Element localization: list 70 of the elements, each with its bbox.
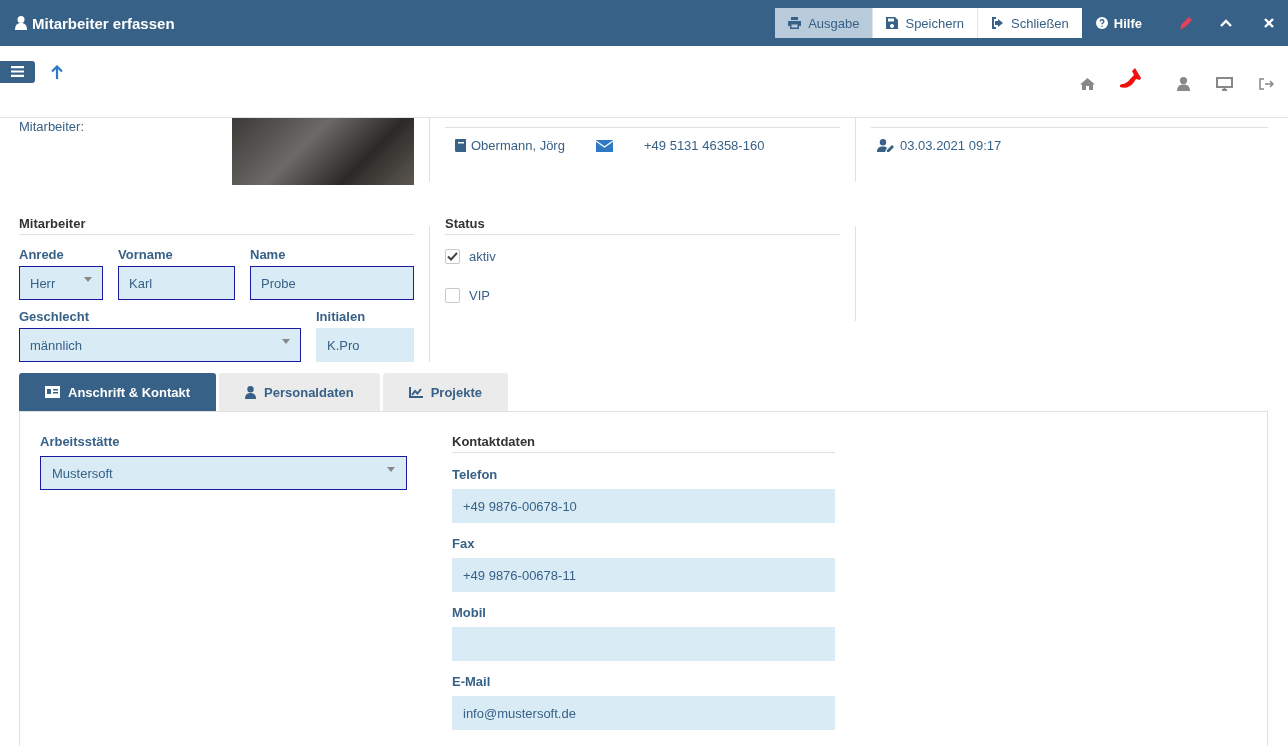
caret-down-icon xyxy=(282,339,290,344)
id-card-icon xyxy=(45,386,60,398)
modified-date: 03.03.2021 09:17 xyxy=(900,138,1002,153)
scroll-up-button[interactable] xyxy=(51,64,63,79)
field-label: E-Mail xyxy=(452,674,492,689)
caption-text: Mitarbeiter: xyxy=(19,119,86,134)
pencil-icon xyxy=(1180,17,1192,29)
book-icon xyxy=(455,139,466,152)
print-button[interactable]: Ausgabe xyxy=(775,8,874,38)
exit-icon xyxy=(991,17,1004,29)
menu-button[interactable] xyxy=(0,60,35,83)
caret-down-icon xyxy=(387,467,395,472)
person-icon xyxy=(245,385,257,399)
input-field[interactable]: +49 9876-00678-11 xyxy=(452,558,835,592)
select-field[interactable]: Herr xyxy=(19,266,103,300)
tab[interactable]: Personaldaten xyxy=(219,373,380,411)
user-icon xyxy=(15,16,27,30)
select-field[interactable]: Mustersoft xyxy=(40,456,407,490)
monitor-button[interactable] xyxy=(1216,76,1233,91)
tab[interactable]: Projekte xyxy=(382,373,508,411)
contact-phone: +49 5131 46358-160 xyxy=(644,138,765,153)
checkbox-label: VIP xyxy=(469,288,490,303)
field-label: Anrede xyxy=(19,247,65,262)
chevron-up-icon xyxy=(1220,19,1232,27)
section-title: Kontaktdaten xyxy=(452,434,536,449)
exit-icon xyxy=(1259,77,1274,90)
input-field[interactable]: info@mustersoft.de xyxy=(452,696,835,730)
menu-icon xyxy=(11,66,24,77)
field-label: Telefon xyxy=(452,467,499,482)
checkbox[interactable] xyxy=(445,249,460,264)
field-label: Vorname xyxy=(118,247,174,262)
arrow-up-icon xyxy=(51,64,63,79)
home-icon xyxy=(1080,77,1095,90)
contact-name[interactable]: Obermann, Jörg xyxy=(471,138,565,153)
select-field[interactable]: männlich xyxy=(19,328,301,362)
collapse-button[interactable] xyxy=(1220,19,1232,27)
person-icon xyxy=(1177,76,1190,91)
help-button[interactable]: Hilfe xyxy=(1085,15,1152,31)
input-field[interactable] xyxy=(452,627,835,661)
field-label: Mobil xyxy=(452,605,487,620)
tab[interactable]: Anschrift & Kontakt xyxy=(19,373,217,411)
printer-icon xyxy=(788,17,802,29)
input-field[interactable]: K.Pro xyxy=(316,328,414,362)
user-edit-icon xyxy=(877,139,895,152)
close-icon xyxy=(1264,18,1274,28)
logout-button[interactable] xyxy=(1259,77,1274,90)
field-label: Arbeitsstätte xyxy=(40,434,121,449)
checkbox-label: aktiv xyxy=(469,249,496,264)
field-label: Initialen xyxy=(316,309,367,324)
input-field[interactable]: Karl xyxy=(118,266,235,300)
window-title: Mitarbeiter erfassen xyxy=(32,14,175,32)
save-button[interactable]: Speichern xyxy=(873,8,978,38)
line-chart-icon xyxy=(408,386,423,398)
close-button[interactable] xyxy=(1264,18,1274,28)
envelope-icon xyxy=(596,139,613,152)
input-field[interactable]: Probe xyxy=(250,266,414,300)
checkbox[interactable] xyxy=(445,288,460,303)
monitor-icon xyxy=(1216,76,1233,91)
close-form-button[interactable]: Schließen xyxy=(978,8,1082,38)
home-button[interactable] xyxy=(1080,77,1095,90)
field-label: Fax xyxy=(452,536,476,551)
checkmark-icon xyxy=(447,252,458,261)
field-label: Geschlecht xyxy=(19,309,91,324)
question-mark-icon xyxy=(1095,17,1108,29)
section-title: Mitarbeiter xyxy=(19,216,86,231)
section-title: Status xyxy=(445,216,485,231)
input-field[interactable]: +49 9876-00678-10 xyxy=(452,489,835,523)
field-label: Name xyxy=(250,247,287,262)
caret-down-icon xyxy=(84,277,92,282)
user-button[interactable] xyxy=(1177,76,1190,91)
